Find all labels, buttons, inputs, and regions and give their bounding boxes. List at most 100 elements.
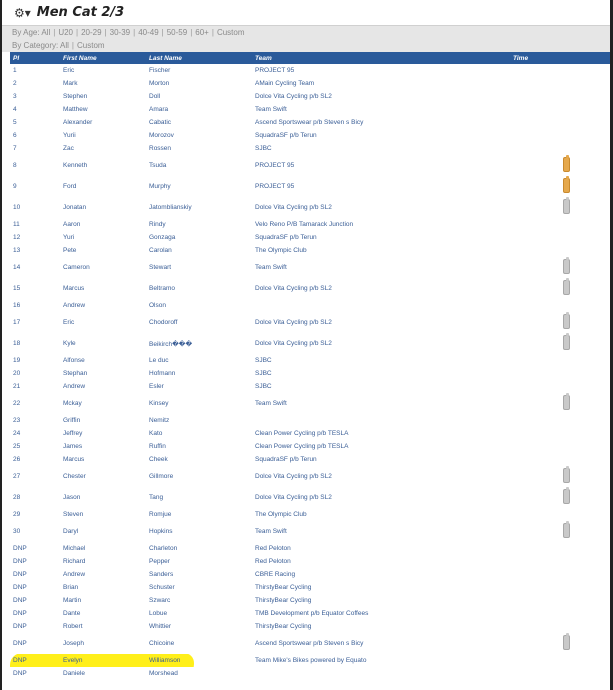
cell-team[interactable]: Team Swift <box>252 521 510 542</box>
cell-team[interactable]: Red Peloton <box>252 542 510 555</box>
age-filter-option[interactable]: 50-59 <box>167 28 187 37</box>
table-row: DNP Brian Schuster ThirstyBear Cycling <box>10 581 610 594</box>
cell-first-name: Andrew <box>63 571 86 578</box>
cell-team[interactable]: SJBC <box>252 367 510 380</box>
col-header-team[interactable]: Team <box>252 52 510 64</box>
results-header: ⚙▾ Men Cat 2/3 <box>2 0 610 25</box>
cell-place: DNP <box>13 571 27 578</box>
cell-team[interactable]: Team Swift <box>252 103 510 116</box>
cell-team[interactable]: Team Mike's Bikes powered by Equato <box>252 654 510 667</box>
cell-team[interactable]: Dolce Vita Cycling p/b SL2 <box>252 487 510 508</box>
cell-last-name: Hopkins <box>146 521 252 542</box>
cell-team[interactable]: AMain Cycling Team <box>252 77 510 90</box>
age-filter-option[interactable]: 60+ <box>195 28 209 37</box>
filter-separator: | <box>76 28 79 37</box>
age-filter-option[interactable]: 30-39 <box>110 28 130 37</box>
table-row: 9 Ford Murphy PROJECT 95 <box>10 176 610 197</box>
cell-time <box>510 607 610 620</box>
cell-team[interactable]: PROJECT 95 <box>252 64 510 77</box>
cell-place: 30 <box>10 521 60 542</box>
cell-time <box>510 393 610 414</box>
table-row: 20 Stephan Hofmann SJBC <box>10 367 610 380</box>
cell-last-name: Beikirch��� <box>146 333 252 354</box>
cell-place: DNP <box>10 633 60 654</box>
cell-time <box>510 299 610 312</box>
cell-team[interactable]: The Olympic Club <box>252 508 510 521</box>
cell-team[interactable]: SJBC <box>252 142 510 155</box>
cell-team[interactable]: Team Swift <box>252 257 510 278</box>
col-header-time[interactable]: Time <box>510 52 610 64</box>
cell-team[interactable]: ThirstyBear Cycling <box>252 620 510 633</box>
col-header-last-name[interactable]: Last Name <box>146 52 252 64</box>
col-header-place[interactable]: Pl <box>10 52 60 64</box>
cell-team[interactable]: Dolce Vita Cycling p/b SL2 <box>252 312 510 333</box>
age-filter-option[interactable]: All <box>41 28 50 37</box>
cell-place: 24 <box>10 427 60 440</box>
cell-time <box>510 466 610 487</box>
cell-place: 17 <box>13 319 21 326</box>
cell-last-name: Williamson <box>149 657 181 664</box>
table-row: DNP Michael Charleton Red Peloton <box>10 542 610 555</box>
results-table: Pl First Name Last Name Team Time 1 Eric F… <box>10 52 610 680</box>
cell-team[interactable]: Clean Power Cycling p/b TESLA <box>252 440 510 453</box>
cell-first-name: Michael <box>63 545 86 552</box>
cell-first-name: Brian <box>60 581 146 594</box>
cell-time <box>510 568 610 581</box>
cell-team[interactable]: Dolce Vita Cycling p/b SL2 <box>252 90 510 103</box>
cell-first-name: Mckay <box>60 393 146 414</box>
cell-team[interactable]: Ascend Sportswear p/b Steven s Bicy <box>252 633 510 654</box>
table-row: 12 Yuri Gonzaga SquadraSF p/b Terun <box>10 231 610 244</box>
cell-team[interactable]: Ascend Sportswear p/b Steven s Bicy <box>252 116 510 129</box>
filter-separator: | <box>190 28 193 37</box>
cell-team[interactable]: Clean Power Cycling p/b TESLA <box>252 427 510 440</box>
table-row: DNP Richard Pepper Red Peloton <box>10 555 610 568</box>
cell-place: 9 <box>13 183 17 190</box>
table-row: DNP Martin Szwarc ThirstyBear Cycling <box>10 594 610 607</box>
cell-first-name: Eric <box>63 319 75 326</box>
cell-place: 25 <box>13 443 21 450</box>
cell-team[interactable]: The Olympic Club <box>252 244 510 257</box>
cell-team[interactable]: Dolce Vita Cycling p/b SL2 <box>252 466 510 487</box>
cell-team[interactable]: ThirstyBear Cycling <box>252 581 510 594</box>
table-row: 29 Steven Romjue The Olympic Club <box>10 508 610 521</box>
age-filter-option[interactable]: U20 <box>58 28 73 37</box>
filter-separator: | <box>211 28 214 37</box>
cell-team[interactable]: SquadraSF p/b Terun <box>252 129 510 142</box>
cell-team[interactable]: PROJECT 95 <box>252 155 510 176</box>
cell-team[interactable]: CBRE Racing <box>252 568 510 581</box>
cell-team[interactable]: ThirstyBear Cycling <box>252 594 510 607</box>
table-row: 3 Stephen Doll Dolce Vita Cycling p/b SL2 <box>10 90 610 103</box>
cell-team[interactable]: Dolce Vita Cycling p/b SL2 <box>252 333 510 354</box>
cell-first-name: Chester <box>63 473 86 480</box>
cell-team[interactable]: SJBC <box>252 380 510 393</box>
cell-team[interactable]: SquadraSF p/b Terun <box>252 453 510 466</box>
water-bottle-icon <box>563 333 570 350</box>
cell-team[interactable]: Velo Reno P/B Tamarack Junction <box>252 218 510 231</box>
cell-team[interactable]: Red Peloton <box>252 555 510 568</box>
cell-place: 15 <box>13 285 21 292</box>
cell-first-name: Kyle <box>60 333 146 354</box>
cell-first-name: Robert <box>63 623 83 630</box>
cell-team[interactable]: Dolce Vita Cycling p/b SL2 <box>252 197 510 218</box>
cell-time <box>510 64 610 77</box>
table-row: DNP Evelyn Williamson Team Mike's Bikes pow… <box>10 654 610 667</box>
cell-team[interactable]: TMB Development p/b Equator Coffees <box>252 607 510 620</box>
age-filter-option[interactable]: 20-29 <box>81 28 101 37</box>
cell-team[interactable]: PROJECT 95 <box>252 176 510 197</box>
table-row: 28 Jason Tang Dolce Vita Cycling p/b SL2 <box>10 487 610 508</box>
cell-first-name: Marcus <box>63 285 85 292</box>
gear-icon[interactable]: ⚙▾ <box>14 6 31 20</box>
cell-first-name: Alfonse <box>63 357 85 364</box>
age-filter-option[interactable]: 40-49 <box>138 28 158 37</box>
cell-team[interactable]: SquadraSF p/b Terun <box>252 231 510 244</box>
age-filter-option[interactable]: Custom <box>217 28 245 37</box>
category-filter: By Category: All | Custom <box>12 39 610 52</box>
category-filter-option[interactable]: All <box>60 41 69 50</box>
cell-team[interactable]: Team Swift <box>252 393 510 414</box>
category-filter-option[interactable]: Custom <box>77 41 105 50</box>
table-header-row: Pl First Name Last Name Team Time <box>10 52 610 64</box>
cell-team[interactable]: SJBC <box>252 354 510 367</box>
col-header-first-name[interactable]: First Name <box>60 52 146 64</box>
cell-team[interactable]: Dolce Vita Cycling p/b SL2 <box>252 278 510 299</box>
cell-first-name: Aaron <box>63 221 81 228</box>
